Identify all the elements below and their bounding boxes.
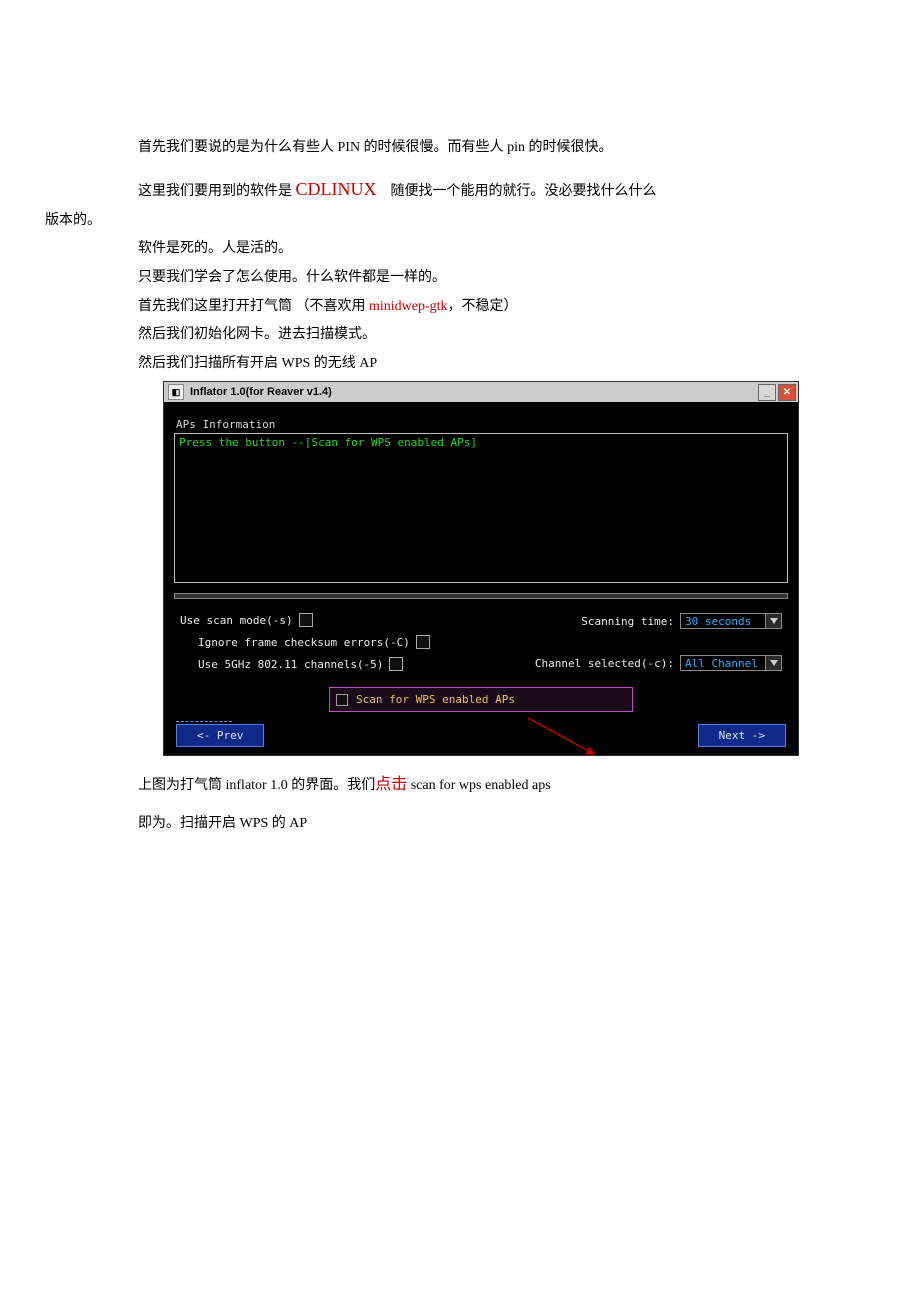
window-body: APs Information Press the button --[Scan… [164, 402, 798, 755]
option-label: Ignore frame checksum errors(-C) [198, 636, 410, 649]
close-button[interactable]: ✕ [778, 384, 796, 401]
text: 随便找一个能用的就行。没必要找什么什么 [377, 184, 657, 199]
paragraph: 软件是死的。人是活的。 [110, 236, 810, 263]
nav-row: <- Prev Next -> [174, 724, 788, 747]
window-title: Inflator 1.0(for Reaver v1.4) [190, 386, 756, 398]
text: ，不稳定） [448, 299, 518, 314]
text: 只要我们学会了怎么使用。什么软件都是一样的。 [138, 270, 446, 285]
text: WPS [240, 816, 269, 831]
channel-value: All Channel [680, 655, 766, 671]
scan-button-label: Scan for WPS enabled APs [356, 693, 515, 706]
text: 的界面。我们 [288, 778, 376, 793]
chevron-down-icon[interactable] [766, 613, 782, 629]
text: 这里我们要用到的软件是 [138, 184, 296, 199]
scanning-time-row: Scanning time: 30 seconds [581, 613, 782, 629]
titlebar[interactable]: ◧ Inflator 1.0(for Reaver v1.4) _ ✕ [164, 382, 798, 402]
paragraph: 即为。扫描开启 WPS 的 AP [110, 811, 810, 838]
paragraph: 然后我们扫描所有开启 WPS 的无线 AP [110, 351, 810, 378]
prev-button[interactable]: <- Prev [176, 724, 264, 747]
inflator-window: ◧ Inflator 1.0(for Reaver v1.4) _ ✕ APs … [163, 381, 799, 756]
text: 然后我们初始化网卡。进去扫描模式。 [138, 327, 376, 342]
text: 的时候很快。 [525, 140, 613, 155]
channel-select[interactable]: All Channel [680, 655, 782, 671]
paragraph: 上图为打气筒 inflator 1.0 的界面。我们点击 scan for wp… [110, 770, 810, 800]
paragraph: 这里我们要用到的软件是 CDLINUX 随便找一个能用的就行。没必要找什么什么 [110, 172, 810, 206]
text: 的 [268, 816, 289, 831]
paragraph: 然后我们初始化网卡。进去扫描模式。 [110, 322, 810, 349]
next-button[interactable]: Next -> [698, 724, 786, 747]
checkbox-icon [336, 694, 348, 706]
paragraph: 首先我们要说的是为什么有些人 PIN 的时候很慢。而有些人 pin 的时候很快。 [110, 135, 810, 162]
options-panel: Use scan mode(-s) Ignore frame checksum … [174, 613, 788, 677]
text: WPS [282, 356, 311, 371]
option-ignore-checksum[interactable]: Ignore frame checksum errors(-C) [180, 635, 481, 649]
option-label: Use scan mode(-s) [180, 614, 293, 627]
option-scan-mode[interactable]: Use scan mode(-s) [180, 613, 481, 627]
text: AP [359, 356, 377, 371]
text-red: minidwep-gtk [369, 299, 448, 314]
option-5ghz[interactable]: Use 5GHz 802.11 channels(-5) [180, 657, 481, 671]
channel-label: Channel selected(-c): [535, 657, 674, 670]
aps-info-label: APs Information [176, 418, 788, 431]
channel-row: Channel selected(-c): All Channel [535, 655, 782, 671]
text-red: 点击 [375, 776, 407, 793]
text: AP [289, 816, 307, 831]
text: 上图为打气筒 [138, 778, 226, 793]
text: 软件是死的。人是活的。 [138, 241, 292, 256]
paragraph: 只要我们学会了怎么使用。什么软件都是一样的。 [110, 265, 810, 292]
text: 然后我们扫描所有开启 [138, 356, 282, 371]
text: scan for wps enabled aps [407, 778, 550, 793]
aps-hint: Press the button --[Scan for WPS enabled… [179, 436, 477, 449]
text: 即为。扫描开启 [138, 816, 240, 831]
chevron-down-icon[interactable] [766, 655, 782, 671]
aps-list[interactable]: Press the button --[Scan for WPS enabled… [174, 433, 788, 583]
text: 的时候很慢。而有些人 [360, 140, 507, 155]
next-label: Next -> [719, 729, 765, 742]
scanning-time-value: 30 seconds [680, 613, 766, 629]
scanning-time-select[interactable]: 30 seconds [680, 613, 782, 629]
text: 首先我们要说的是为什么有些人 [138, 140, 338, 155]
text: pin [507, 140, 525, 155]
text: 的无线 [310, 356, 359, 371]
checkbox-icon[interactable] [299, 613, 313, 627]
minimize-button[interactable]: _ [758, 384, 776, 401]
paragraph: 首先我们这里打开打气筒 （不喜欢用 minidwep-gtk，不稳定） [110, 294, 810, 321]
option-label: Use 5GHz 802.11 channels(-5) [198, 658, 383, 671]
text: inflator 1.0 [226, 778, 288, 793]
paragraph: 版本的。 [45, 208, 810, 235]
divider [174, 593, 788, 599]
text: 首先我们这里打开打气筒 （不喜欢用 [138, 299, 369, 314]
scan-for-wps-button[interactable]: Scan for WPS enabled APs [329, 687, 633, 712]
text: 版本的。 [45, 213, 101, 228]
checkbox-icon[interactable] [389, 657, 403, 671]
scanning-time-label: Scanning time: [581, 615, 674, 628]
checkbox-icon[interactable] [416, 635, 430, 649]
prev-label: <- Prev [197, 729, 243, 742]
text: PIN [338, 140, 361, 155]
app-icon: ◧ [168, 384, 184, 400]
text-red: CDLINUX [296, 179, 377, 199]
